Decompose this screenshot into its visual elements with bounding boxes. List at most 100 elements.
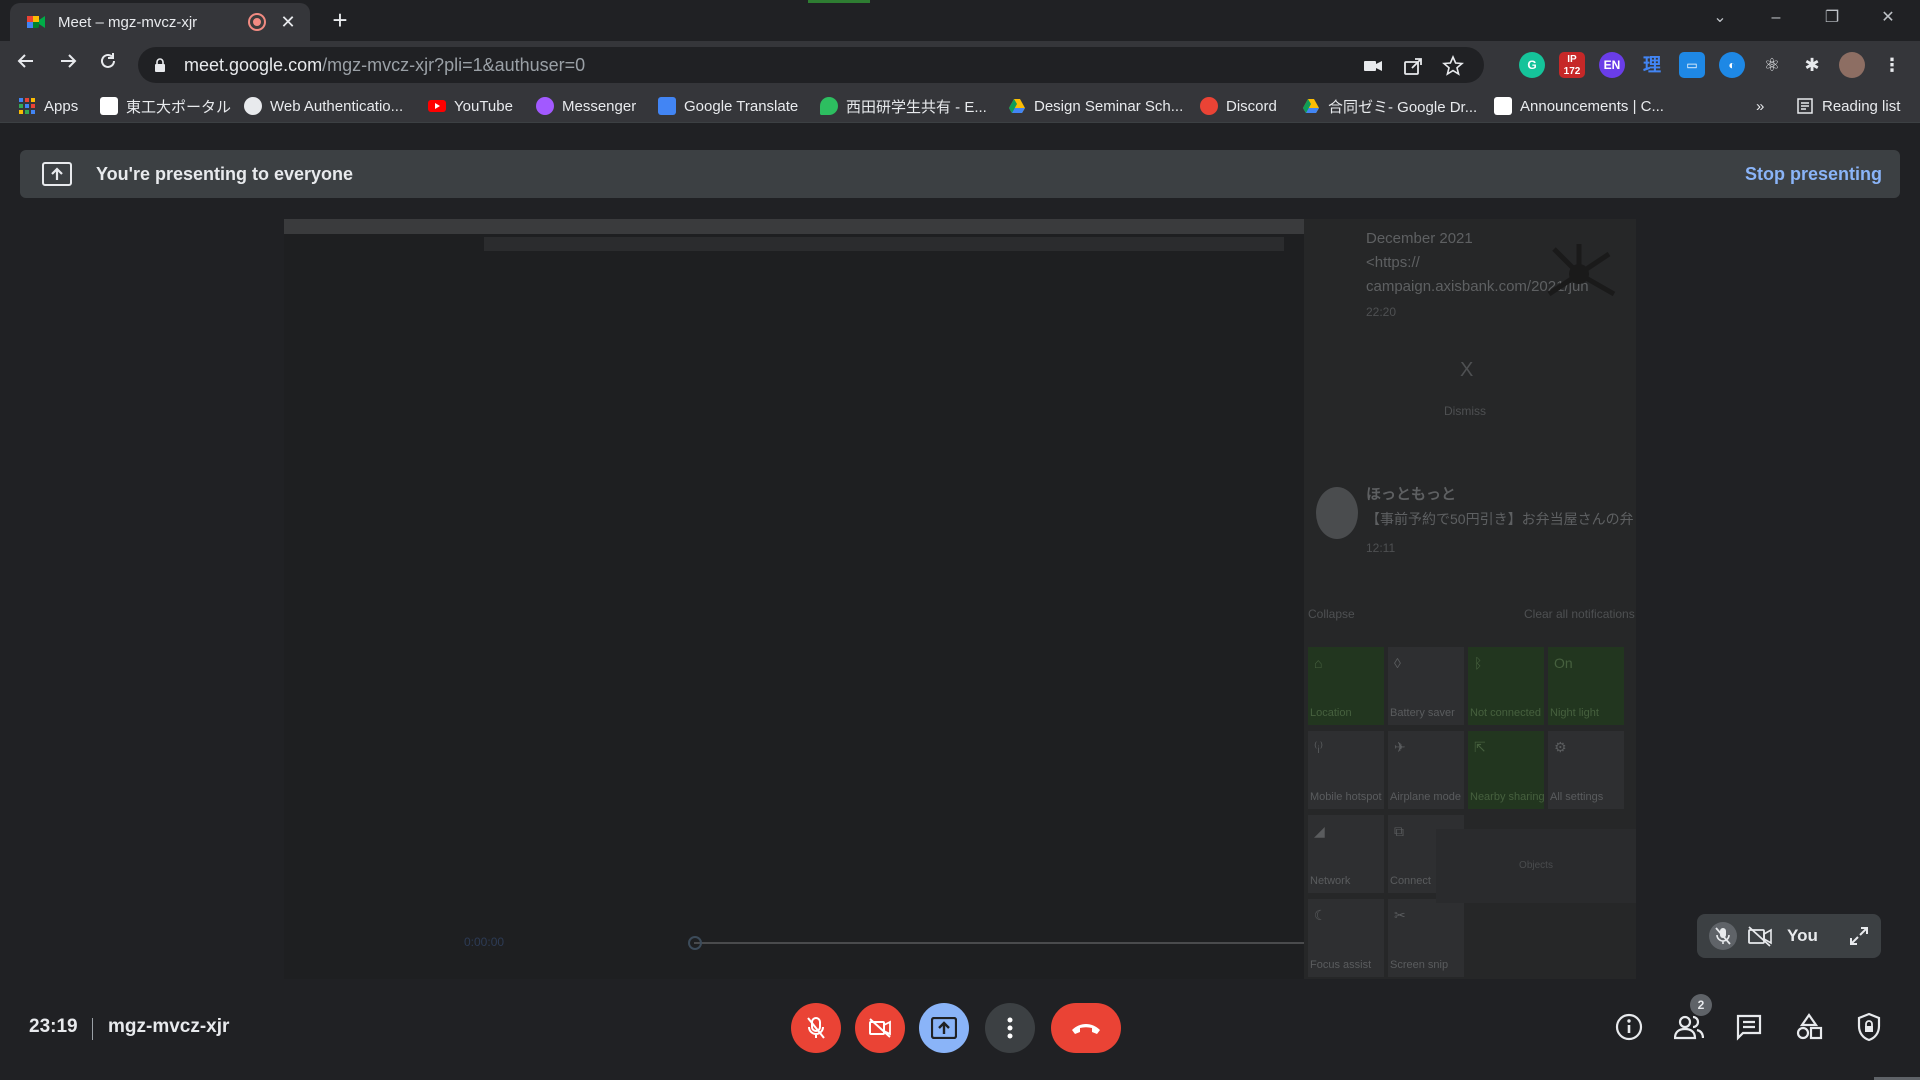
settings-gear-icon: ⚙ <box>1554 739 1567 755</box>
atom-extension-icon[interactable]: ⚛ <box>1759 52 1785 78</box>
notification-line: <https:// <box>1366 254 1420 271</box>
participants-count-badge: 2 <box>1690 994 1712 1016</box>
tile-label: Not connected <box>1470 707 1541 719</box>
present-now-button[interactable] <box>919 1003 969 1053</box>
reload-button[interactable] <box>92 49 124 81</box>
bookmark-label: Discord <box>1226 97 1277 115</box>
close-window-button[interactable]: ✕ <box>1860 0 1916 38</box>
location-icon: ⌂ <box>1314 655 1323 671</box>
ip-extension-icon[interactable]: IP 172 <box>1559 52 1585 78</box>
connect-icon: ⧉ <box>1394 823 1404 839</box>
extension-badge-count: 172 <box>1563 66 1581 77</box>
dismiss-x-icon: X <box>1460 359 1474 381</box>
leave-call-button[interactable] <box>1051 1003 1121 1053</box>
meeting-code: mgz-mvcz-xjr <box>108 1016 230 1037</box>
reading-list-button[interactable]: Reading list <box>1796 95 1900 117</box>
stop-presenting-button[interactable]: Stop presenting <box>1745 164 1882 185</box>
hotspot-icon: ⁽ᵢ⁾ <box>1314 739 1324 755</box>
bookmark-label: Messenger <box>562 97 637 115</box>
tab-close-icon[interactable]: ✕ <box>278 12 298 33</box>
info-icon <box>1615 1013 1643 1041</box>
bookmark-label: 西田研学生共有 - E... <box>846 98 987 116</box>
shield-lock-icon <box>1857 1012 1881 1042</box>
minimize-button[interactable]: – <box>1748 0 1804 38</box>
toggle-camera-button[interactable] <box>855 1003 905 1053</box>
bookmark-discord[interactable]: Discord <box>1200 95 1277 117</box>
edge-extension-icon[interactable]: ◐ <box>1719 52 1745 78</box>
canvas-icon <box>1494 97 1512 115</box>
notification-avatar <box>1316 487 1358 539</box>
evernote-icon <box>820 97 838 115</box>
host-controls-button[interactable] <box>1852 1010 1886 1044</box>
bookmark-label: Design Seminar Sch... <box>1034 97 1184 115</box>
google-meet-favicon-icon <box>27 16 45 28</box>
drive-icon <box>1303 99 1319 113</box>
youtube-icon <box>428 100 446 112</box>
browser-tab-meet[interactable]: Meet – mgz-mvcz-xjr ✕ <box>10 3 310 41</box>
tile-label: Battery saver <box>1390 707 1455 719</box>
airplane-icon: ✈ <box>1394 739 1406 755</box>
share-icon[interactable] <box>1402 55 1424 77</box>
quick-tile-screen-snip: ✂ Screen snip <box>1388 899 1464 977</box>
camera-in-use-icon[interactable] <box>1362 55 1384 77</box>
bookmark-titech-portal[interactable]: 東工大ポータル <box>100 95 231 117</box>
profile-avatar[interactable] <box>1839 52 1865 78</box>
tab-search-icon[interactable]: ⌄ <box>1692 0 1748 38</box>
browser-menu-icon[interactable]: ⋮ <box>1879 52 1905 78</box>
battery-icon: ◊ <box>1394 655 1401 671</box>
tile-label: Airplane mode <box>1390 791 1461 803</box>
dismiss-label: Dismiss <box>1444 404 1486 418</box>
bookmark-label: Google Translate <box>684 97 799 115</box>
new-tab-button[interactable]: + <box>326 6 354 34</box>
drive-icon <box>1009 99 1025 113</box>
bookmark-youtube[interactable]: YouTube <box>428 95 513 117</box>
url-host: meet.google.com <box>184 54 323 75</box>
bookmark-joint-seminar-drive[interactable]: 合同ゼミ- Google Dr... <box>1302 95 1477 117</box>
self-view-tile[interactable]: You <box>1697 914 1881 958</box>
extensions-puzzle-icon[interactable]: ✱ <box>1799 52 1825 78</box>
back-button[interactable] <box>10 49 42 81</box>
notification-time: 12:11 <box>1366 541 1396 555</box>
more-options-button[interactable] <box>985 1003 1035 1053</box>
meeting-details-button[interactable] <box>1612 1010 1646 1044</box>
bookmark-messenger[interactable]: Messenger <box>536 95 636 117</box>
reload-icon <box>101 53 115 68</box>
tile-label: Location <box>1310 707 1352 719</box>
expand-icon[interactable] <box>1848 925 1870 947</box>
notification-line: December 2021 <box>1366 230 1473 247</box>
bookmarks-overflow-button[interactable]: » <box>1756 95 1764 117</box>
quick-tile-night-light: On Night light <box>1548 647 1624 725</box>
people-icon <box>1674 1015 1704 1040</box>
back-arrow-icon <box>17 54 33 68</box>
kanji-extension-icon[interactable]: 理 <box>1639 52 1665 78</box>
apps-grid-icon <box>19 98 35 114</box>
bookmark-announcements[interactable]: Announcements | C... <box>1494 95 1664 117</box>
shared-network-graphic-icon <box>1547 244 1616 297</box>
clear-all-label: Clear all notifications <box>1524 607 1635 621</box>
restore-button[interactable]: ❐ <box>1804 0 1860 38</box>
translate-icon <box>658 97 676 115</box>
activities-button[interactable] <box>1792 1010 1826 1044</box>
en-extension-icon[interactable]: EN <box>1599 52 1625 78</box>
address-bar[interactable]: meet.google.com/mgz-mvcz-xjr?pli=1&authu… <box>138 47 1484 83</box>
tile-label: Mobile hotspot <box>1310 791 1382 803</box>
self-view-name: You <box>1787 926 1818 945</box>
bookmark-design-seminar[interactable]: Design Seminar Sch... <box>1008 95 1183 117</box>
grammarly-extension-icon[interactable]: G <box>1519 52 1545 78</box>
tile-label: Night light <box>1550 707 1599 719</box>
bookmark-google-translate[interactable]: Google Translate <box>658 95 798 117</box>
forward-button[interactable] <box>52 49 84 81</box>
window-extension-icon[interactable]: ▭ <box>1679 52 1705 78</box>
reading-list-icon <box>1797 98 1813 114</box>
toggle-microphone-button[interactable] <box>791 1003 841 1053</box>
bookmark-star-icon[interactable] <box>1442 55 1464 77</box>
bookmark-web-authentication[interactable]: Web Authenticatio... <box>244 95 403 117</box>
bookmark-apps[interactable]: Apps <box>18 95 78 117</box>
shared-window-tabbar <box>484 237 1284 251</box>
tile-label: Network <box>1310 875 1351 887</box>
presenting-message: You're presenting to everyone <box>96 163 354 184</box>
bookmark-evernote[interactable]: 西田研学生共有 - E... <box>820 95 987 117</box>
lock-icon <box>155 58 165 72</box>
chat-button[interactable] <box>1732 1010 1766 1044</box>
divider <box>92 1018 93 1040</box>
